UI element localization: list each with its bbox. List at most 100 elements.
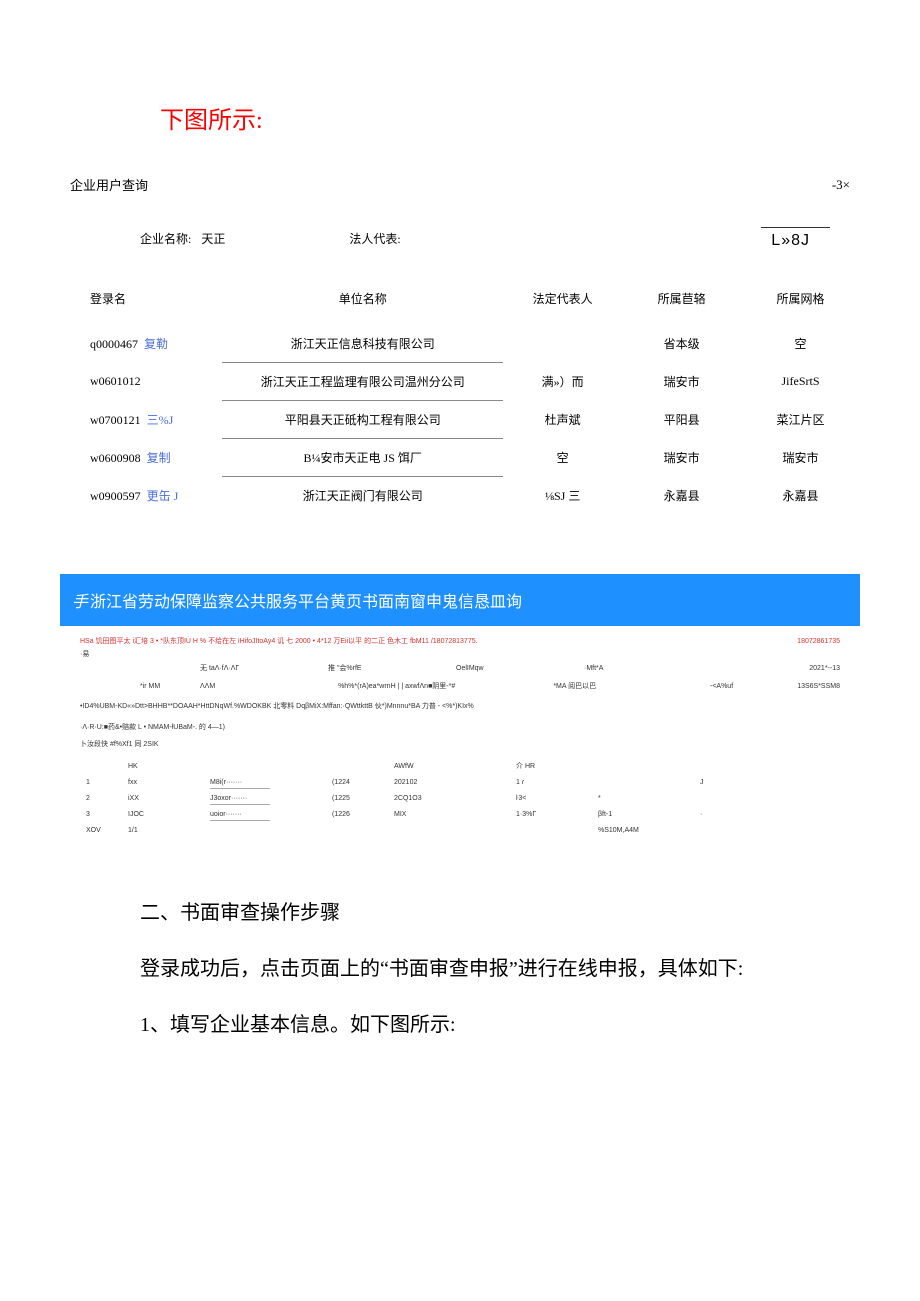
heading-red: 下图所示: <box>160 100 860 135</box>
body-text: 二、书面审查操作步骤 登录成功后，点击页面上的“书面审查申报”进行在线申报，具体… <box>100 889 820 1049</box>
copy-link[interactable]: 更缶 J <box>147 489 179 503</box>
close-icon[interactable]: -3× <box>832 177 850 193</box>
tiny-long1: •ID4%UBM-KD«»Dtt>BHHB**DOAAH*HttDNqWf.%W… <box>80 701 840 712</box>
tiny-td <box>512 824 592 837</box>
col-rep: 法定代表人 <box>503 280 622 325</box>
col-unit: 单位名称 <box>222 280 503 325</box>
tiny-td: fxx <box>124 776 204 790</box>
cell-area: 瑞安市 <box>622 439 741 477</box>
col-area: 所属苣辂 <box>622 280 741 325</box>
tiny-line1: HSa 饥田图平太 i汇培 3 • *队东顶IÙ H % 不给在左 iHifoJ… <box>80 636 478 647</box>
results-table: 登录名 单位名称 法定代表人 所属苣辂 所属网格 q0000467 复勒 浙江天正… <box>60 280 860 514</box>
tiny-td <box>696 792 838 806</box>
dialog-title: 企业用户查询 <box>70 175 148 194</box>
cell-grid: 空 <box>741 325 860 363</box>
tiny-cell: 2021*--13 <box>712 663 840 674</box>
tiny-cell: ΛΛM <box>200 681 240 692</box>
tiny-line2: ·易 <box>80 649 840 660</box>
tiny-cell: ·Mft*A <box>584 663 712 674</box>
tiny-phone: 18072861735 <box>797 636 840 647</box>
tiny-cell: 无 taΛ·fΛ·ΛΓ <box>200 663 328 674</box>
tiny-td: 1/1 <box>124 824 204 837</box>
section2-title: 二、书面审查操作步骤 <box>100 889 820 937</box>
col-grid: 所属网格 <box>741 280 860 325</box>
tiny-cell: %h%*(rA)ea*wrnH | | axwfΛn■阴里-*# <box>240 681 553 692</box>
tiny-td <box>328 824 388 837</box>
cell-login: w0601012 <box>90 374 141 388</box>
tiny-cell: -<A%uf <box>710 681 760 692</box>
input-enterprise-name[interactable]: 天正 <box>201 230 241 247</box>
table-row[interactable]: w0600908复制 B¼安市天正电 JS 饵厂 空 瑞安市 瑞安市 <box>60 439 860 477</box>
tiny-th <box>328 760 388 773</box>
cell-unit: B¼安市天正电 JS 饵厂 <box>222 439 503 477</box>
hand-icon: 手 <box>72 594 88 611</box>
tiny-th: HK <box>124 760 204 773</box>
cell-unit: 浙江天正工程监理有限公司温州分公司 <box>222 363 503 401</box>
tiny-td: 3 <box>82 808 122 822</box>
cell-rep: 满»）而 <box>503 363 622 401</box>
cell-rep: 杜声斌 <box>503 401 622 439</box>
cell-login: q0000467 <box>90 337 138 351</box>
tiny-td: · <box>696 808 838 822</box>
cell-grid: JifeSrtS <box>741 363 860 401</box>
tiny-td: XOV <box>82 824 122 837</box>
tiny-td: βft-1 <box>594 808 694 822</box>
tiny-cell: *MA 阅巴以巴 <box>553 681 710 692</box>
copy-link[interactable]: 三%J <box>147 413 174 427</box>
tiny-long3: 卜汝段快 #f%Xf1 同 2SIK <box>80 739 840 750</box>
tiny-td <box>390 824 510 837</box>
label-enterprise-name: 企业名称: <box>140 230 191 247</box>
cell-area: 省本级 <box>622 325 741 363</box>
table-row[interactable]: q0000467 复勒 浙江天正信息科技有限公司 省本级 空 <box>60 325 860 363</box>
tiny-long2: ·Λ·R·U:■药&•赔款 L • NMAM-łUBaM-. 的 4—1) <box>80 722 840 733</box>
cell-unit: 浙江天正阀门有限公司 <box>222 477 503 515</box>
tiny-td: 2CQ1O3 <box>390 792 510 806</box>
tiny-td <box>594 776 694 790</box>
cell-area: 瑞安市 <box>622 363 741 401</box>
table-row[interactable]: w0700121 三%J 平阳县天正砥构工程有限公司 杜声斌 平阳县 菜江片区 <box>60 401 860 439</box>
cell-login: w0700121 <box>90 413 141 427</box>
section2-p1: 登录成功后，点击页面上的“书面审查申报”进行在线申报，具体如下: <box>100 945 820 993</box>
tiny-td: (1226 <box>328 808 388 822</box>
tiny-td: * <box>594 792 694 806</box>
cell-grid: 菜江片区 <box>741 401 860 439</box>
section2-p2: 1、填写企业基本信息。如下图所示: <box>100 1001 820 1049</box>
table-row[interactable]: w0900597 更缶 J 浙江天正阀门有限公司 ⅛SJ 三 永嘉县 永嘉县 <box>60 477 860 515</box>
tiny-td: MIX <box>390 808 510 822</box>
enterprise-query-dialog: 企业用户查询 -3× 企业名称: 天正 法人代表: L»8J 登录名 单位名称 … <box>60 175 860 514</box>
cell-unit: 浙江天正信息科技有限公司 <box>222 325 503 363</box>
tiny-td: 1 ɾ <box>512 776 592 790</box>
cell-unit: 平阳县天正砥构工程有限公司 <box>222 401 503 439</box>
copy-link[interactable]: 复勒 <box>144 337 168 351</box>
copy-link[interactable]: 复制 <box>147 451 171 465</box>
tiny-td: ŀ3< <box>512 792 592 806</box>
label-legal-rep: 法人代表: <box>349 230 400 247</box>
cell-rep: ⅛SJ 三 <box>503 477 622 515</box>
cell-rep: 空 <box>503 439 622 477</box>
tiny-th <box>82 760 122 773</box>
tiny-td <box>206 824 326 837</box>
cell-area: 永嘉县 <box>622 477 741 515</box>
tiny-cell: *ir MM <box>140 681 200 692</box>
tiny-td <box>696 824 838 837</box>
tiny-td: 1 <box>82 776 122 790</box>
tiny-th: 介 HR <box>512 760 592 773</box>
platform-banner: 手浙江省劳动保障监察公共服务平台黄页书面南窗申鬼信恳皿询 <box>60 574 860 626</box>
search-button[interactable]: L»8J <box>761 227 830 250</box>
tiny-th <box>696 760 838 773</box>
cell-rep <box>503 325 622 363</box>
tiny-td: (1224 <box>328 776 388 790</box>
cell-area: 平阳县 <box>622 401 741 439</box>
tiny-cell: 13S6S*SSM8 <box>760 681 840 692</box>
col-login: 登录名 <box>60 280 222 325</box>
tiny-j-icon: J <box>696 776 838 790</box>
cell-grid: 永嘉县 <box>741 477 860 515</box>
cell-login: w0900597 <box>90 489 141 503</box>
cell-login: w0600908 <box>90 451 141 465</box>
tiny-th: AWfW <box>390 760 510 773</box>
tiny-td: %S10M,A4M <box>594 824 694 837</box>
tiny-table: HK AWfW 介 HR 1 fxx M8i(r······· (1224 20… <box>80 758 840 839</box>
tiny-cell: OelIMqw <box>456 663 584 674</box>
search-row: 企业名称: 天正 法人代表: L»8J <box>60 202 860 280</box>
table-row[interactable]: w0601012 浙江天正工程监理有限公司温州分公司 满»）而 瑞安市 Jife… <box>60 363 860 401</box>
